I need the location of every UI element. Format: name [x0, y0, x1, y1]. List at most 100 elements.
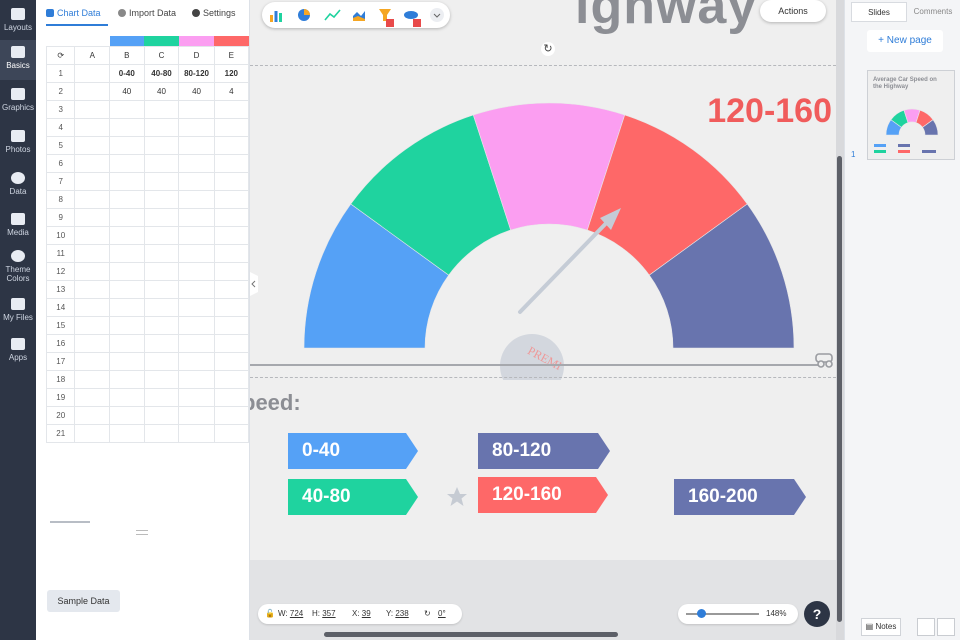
rail-graphics[interactable]: Graphics	[0, 82, 36, 122]
table-cell[interactable]	[178, 135, 215, 155]
new-page-button[interactable]: + New page	[867, 30, 943, 52]
table-cell[interactable]	[109, 99, 145, 119]
table-cell[interactable]	[109, 369, 145, 389]
table-cell[interactable]: 40	[143, 81, 180, 101]
table-cell[interactable]	[143, 153, 180, 173]
table-cell[interactable]	[74, 153, 111, 173]
table-cell[interactable]	[178, 225, 215, 245]
table-cell[interactable]: 0-40	[109, 63, 145, 83]
table-cell[interactable]	[143, 387, 180, 407]
table-cell[interactable]	[178, 207, 215, 227]
table-cell[interactable]	[178, 117, 215, 137]
table-cell[interactable]	[143, 405, 180, 425]
slide[interactable]: ighway 120-160 PREMI peed: 0-40 40-80 80…	[250, 0, 836, 560]
chevron-down-icon[interactable]	[430, 8, 444, 22]
table-cell[interactable]	[109, 315, 145, 335]
table-cell[interactable]	[178, 351, 215, 371]
table-cell[interactable]	[213, 117, 249, 137]
tab-comments[interactable]: Comments	[907, 2, 959, 22]
table-cell[interactable]	[213, 405, 249, 425]
table-cell[interactable]	[213, 297, 249, 317]
table-cell[interactable]	[178, 405, 215, 425]
legend-heading[interactable]: peed:	[250, 390, 301, 416]
table-cell[interactable]	[143, 171, 180, 191]
gauge-chart[interactable]: PREMI	[250, 0, 836, 380]
table-cell[interactable]	[213, 387, 249, 407]
table-cell[interactable]	[74, 189, 111, 209]
help-button[interactable]: ?	[804, 601, 830, 627]
table-cell[interactable]	[143, 135, 180, 155]
rotate-icon[interactable]: ↻	[424, 609, 431, 618]
rotate-handle[interactable]: ↻	[541, 42, 555, 56]
legend-tag-160-200[interactable]: 160-200	[674, 479, 806, 515]
table-cell[interactable]	[109, 279, 145, 299]
table-cell[interactable]	[74, 387, 111, 407]
tab-slides[interactable]: Slides	[851, 2, 907, 22]
notes-button[interactable]: ▤ Notes	[861, 618, 901, 636]
table-cell[interactable]	[178, 261, 215, 281]
table-cell[interactable]	[213, 243, 249, 263]
table-cell[interactable]	[109, 117, 145, 137]
table-cell[interactable]	[74, 207, 111, 227]
gauge-chart-icon[interactable]	[404, 8, 422, 28]
column-header[interactable]: D	[178, 45, 215, 65]
series-color-d[interactable]	[178, 36, 215, 46]
table-cell[interactable]	[74, 369, 111, 389]
rail-layouts[interactable]: Layouts	[0, 2, 36, 42]
tab-settings[interactable]: Settings	[192, 8, 236, 26]
table-cell[interactable]	[74, 99, 111, 119]
table-cell[interactable]	[143, 117, 180, 137]
actions-button[interactable]: Actions	[760, 0, 826, 22]
table-cell[interactable]: 120	[213, 63, 249, 83]
rotation-value[interactable]: 0°	[438, 609, 446, 618]
table-cell[interactable]	[213, 99, 249, 119]
table-cell[interactable]	[213, 171, 249, 191]
table-cell[interactable]	[74, 63, 111, 83]
grid-view-button[interactable]	[917, 618, 935, 636]
table-cell[interactable]: 40	[109, 81, 145, 101]
area-chart-icon[interactable]	[352, 8, 366, 22]
table-cell[interactable]	[109, 243, 145, 263]
table-cell[interactable]	[143, 279, 180, 299]
table-cell[interactable]	[143, 261, 180, 281]
table-cell[interactable]	[213, 423, 249, 443]
table-cell[interactable]	[143, 369, 180, 389]
table-cell[interactable]	[143, 207, 180, 227]
column-header[interactable]: A	[74, 45, 111, 65]
table-cell[interactable]	[109, 387, 145, 407]
table-cell[interactable]	[109, 297, 145, 317]
table-cell[interactable]	[74, 135, 111, 155]
table-cell[interactable]	[109, 207, 145, 227]
legend-tag-120-160[interactable]: 120-160	[478, 477, 608, 513]
pie-chart-icon[interactable]	[297, 8, 311, 22]
table-cell[interactable]	[143, 189, 180, 209]
table-cell[interactable]	[74, 171, 111, 191]
rail-data[interactable]: Data	[0, 166, 36, 206]
table-cell[interactable]	[74, 315, 111, 335]
series-color-b[interactable]	[109, 36, 145, 46]
tab-chart-data[interactable]: Chart Data	[46, 8, 108, 26]
table-cell[interactable]	[178, 99, 215, 119]
rail-apps[interactable]: Apps	[0, 332, 36, 372]
table-cell[interactable]	[74, 81, 111, 101]
list-view-button[interactable]	[937, 618, 955, 636]
lock-icon[interactable]: 🔓	[265, 609, 275, 618]
table-cell[interactable]	[74, 351, 111, 371]
table-cell[interactable]	[213, 333, 249, 353]
table-cell[interactable]	[109, 225, 145, 245]
table-cell[interactable]	[178, 423, 215, 443]
table-cell[interactable]	[178, 333, 215, 353]
rail-theme-colors[interactable]: Theme Colors	[0, 244, 36, 290]
table-cell[interactable]	[178, 279, 215, 299]
table-cell[interactable]	[109, 135, 145, 155]
rail-basics[interactable]: Basics	[0, 40, 36, 80]
table-cell[interactable]	[143, 351, 180, 371]
legend-tag-80-120[interactable]: 80-120	[478, 433, 610, 469]
table-cell[interactable]	[143, 423, 180, 443]
table-cell[interactable]	[213, 225, 249, 245]
zoom-slider-knob[interactable]	[696, 609, 706, 618]
table-cell[interactable]	[213, 153, 249, 173]
refresh-icon[interactable]: ⟳	[45, 45, 76, 65]
rail-photos[interactable]: Photos	[0, 124, 36, 164]
table-cell[interactable]	[74, 333, 111, 353]
